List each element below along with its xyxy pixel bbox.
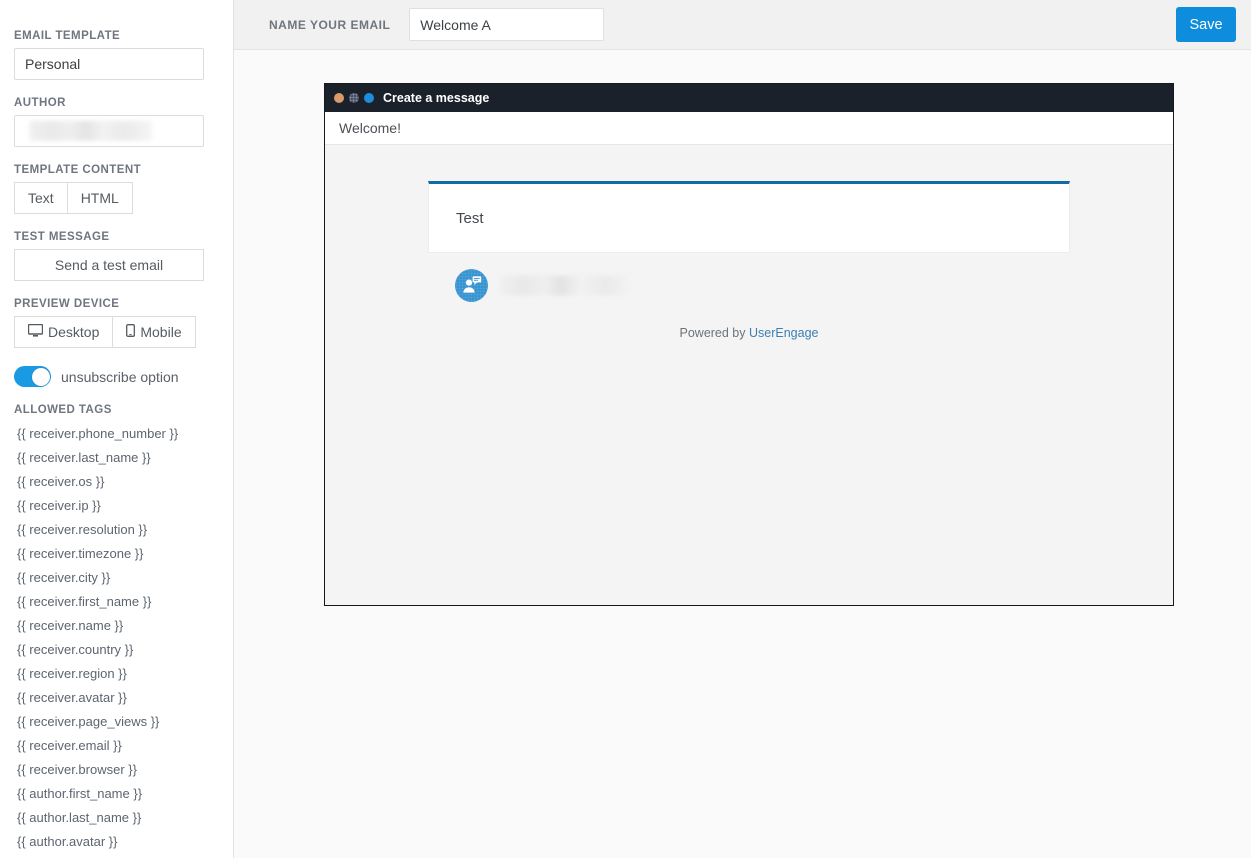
window-close-dot-icon[interactable] <box>334 93 344 103</box>
allowed-tag-item[interactable]: {{ receiver.phone_number }} <box>14 422 219 446</box>
email-template-label: EMAIL TEMPLATE <box>14 30 219 42</box>
unsubscribe-option-row: unsubscribe option <box>14 366 219 387</box>
allowed-tag-item[interactable]: {{ receiver.page_views }} <box>14 710 219 734</box>
allowed-tag-item[interactable]: {{ receiver.country }} <box>14 638 219 662</box>
email-template-input[interactable]: Personal <box>14 48 204 80</box>
allowed-tag-item[interactable]: {{ receiver.first_name }} <box>14 590 219 614</box>
window-maximize-dot-icon[interactable] <box>364 93 374 103</box>
sender-name-redacted <box>498 276 636 296</box>
allowed-tag-item[interactable]: {{ receiver.last_name }} <box>14 446 219 470</box>
topbar: NAME YOUR EMAIL Welcome A Save <box>234 0 1251 50</box>
preview-device-label: PREVIEW DEVICE <box>14 298 219 310</box>
unsubscribe-toggle[interactable] <box>14 366 51 387</box>
email-subject-text: Welcome! <box>339 120 401 136</box>
preview-window-title: Create a message <box>383 91 489 105</box>
device-mobile-button[interactable]: Mobile <box>113 316 195 348</box>
email-preview-window: Create a message Welcome! Test <box>324 83 1174 606</box>
allowed-tag-item[interactable]: {{ receiver.avatar }} <box>14 686 219 710</box>
mobile-icon <box>126 324 135 340</box>
toggle-knob <box>32 368 50 386</box>
allowed-tag-item[interactable]: {{ author.last_name }} <box>14 806 219 830</box>
desktop-icon <box>28 324 43 340</box>
preview-window-titlebar: Create a message <box>325 84 1173 112</box>
email-sender-row <box>428 269 1070 302</box>
powered-by-brand[interactable]: UserEngage <box>749 326 819 340</box>
allowed-tag-item[interactable]: {{ receiver.os }} <box>14 470 219 494</box>
allowed-tags-list: {{ receiver.phone_number }}{{ receiver.l… <box>14 422 219 854</box>
email-body-text: Test <box>456 210 484 227</box>
unsubscribe-option-label: unsubscribe option <box>61 369 179 385</box>
email-subject-bar: Welcome! <box>325 112 1173 145</box>
email-body-scroll-area[interactable]: Test <box>325 145 1173 605</box>
allowed-tag-item[interactable]: {{ receiver.resolution }} <box>14 518 219 542</box>
content-type-text-button[interactable]: Text <box>14 182 68 214</box>
author-value-redacted <box>29 121 152 141</box>
author-label: AUTHOR <box>14 97 219 109</box>
test-message-label: TEST MESSAGE <box>14 231 219 243</box>
device-mobile-label: Mobile <box>140 324 181 340</box>
preview-device-toggle-group: Desktop Mobile <box>14 316 219 348</box>
send-test-email-button[interactable]: Send a test email <box>14 249 204 281</box>
email-template-editor: EMAIL TEMPLATE Personal AUTHOR TEMPLATE … <box>0 0 1251 858</box>
name-your-email-label: NAME YOUR EMAIL <box>269 18 390 32</box>
allowed-tag-item[interactable]: {{ receiver.browser }} <box>14 758 219 782</box>
allowed-tag-item[interactable]: {{ receiver.city }} <box>14 566 219 590</box>
device-desktop-button[interactable]: Desktop <box>14 316 113 348</box>
main-content: NAME YOUR EMAIL Welcome A Save Create a … <box>234 0 1251 858</box>
powered-by-prefix: Powered by <box>680 326 749 340</box>
allowed-tag-item[interactable]: {{ receiver.timezone }} <box>14 542 219 566</box>
allowed-tag-item[interactable]: {{ receiver.email }} <box>14 734 219 758</box>
powered-by-row: Powered by UserEngage <box>428 324 1070 342</box>
template-content-label: TEMPLATE CONTENT <box>14 164 219 176</box>
email-name-input[interactable]: Welcome A <box>409 8 604 41</box>
author-input[interactable] <box>14 115 204 147</box>
allowed-tag-item[interactable]: {{ receiver.name }} <box>14 614 219 638</box>
allowed-tag-item[interactable]: {{ receiver.ip }} <box>14 494 219 518</box>
content-type-html-button[interactable]: HTML <box>68 182 133 214</box>
save-button[interactable]: Save <box>1176 7 1236 42</box>
allowed-tag-item[interactable]: {{ author.first_name }} <box>14 782 219 806</box>
sender-avatar-icon <box>455 269 488 302</box>
template-content-toggle-group: Text HTML <box>14 182 219 214</box>
allowed-tags-label: ALLOWED TAGS <box>14 404 219 416</box>
sidebar: EMAIL TEMPLATE Personal AUTHOR TEMPLATE … <box>0 0 234 858</box>
allowed-tag-item[interactable]: {{ receiver.region }} <box>14 662 219 686</box>
device-desktop-label: Desktop <box>48 324 99 340</box>
email-content-card: Test <box>428 181 1070 253</box>
powered-by-text: Powered by UserEngage <box>680 326 819 340</box>
window-minimize-dot-icon[interactable] <box>349 93 359 103</box>
allowed-tag-item[interactable]: {{ author.avatar }} <box>14 830 219 854</box>
